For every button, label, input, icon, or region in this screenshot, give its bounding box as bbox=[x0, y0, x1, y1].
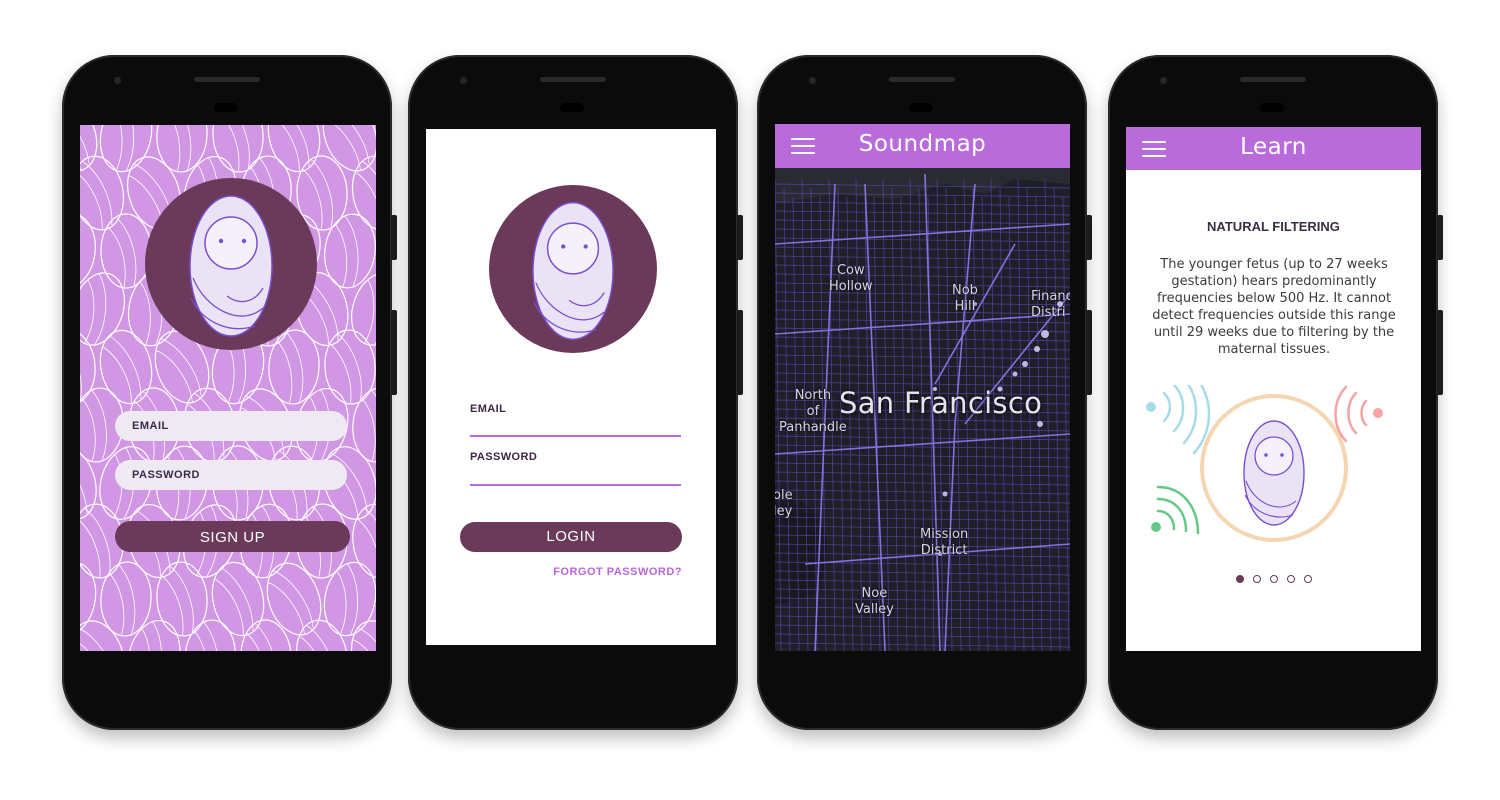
phone-frame-signup: EMAIL PASSWORD SIGN UP bbox=[62, 55, 397, 730]
learn-screen: Learn NATURAL FILTERING The younger fetu… bbox=[1126, 127, 1421, 651]
email-field[interactable]: EMAIL bbox=[115, 411, 347, 441]
password-input[interactable] bbox=[470, 484, 681, 486]
proximity-sensor bbox=[909, 103, 933, 112]
baby-logo bbox=[489, 185, 657, 353]
map-label-mission-district: Mission District bbox=[920, 527, 969, 558]
sound-filtering-illustration bbox=[1146, 385, 1383, 542]
proximity-sensor bbox=[1260, 103, 1284, 112]
email-input[interactable] bbox=[470, 435, 681, 437]
signup-button[interactable]: SIGN UP bbox=[115, 521, 350, 552]
proximity-sensor bbox=[214, 103, 238, 112]
login-button[interactable]: LOGIN bbox=[460, 522, 682, 552]
front-camera bbox=[1160, 77, 1167, 84]
pager-dot-5[interactable] bbox=[1303, 575, 1312, 583]
app-bar: Soundmap bbox=[775, 124, 1070, 168]
signup-screen: EMAIL PASSWORD SIGN UP bbox=[80, 125, 376, 651]
app-bar: Learn bbox=[1126, 127, 1421, 170]
map-label-nob-hill: Nob Hill bbox=[952, 283, 978, 314]
earpiece-speaker bbox=[540, 77, 606, 82]
phone-frame-learn: Learn NATURAL FILTERING The younger fetu… bbox=[1108, 55, 1443, 730]
card-heading: NATURAL FILTERING bbox=[1207, 219, 1340, 234]
pager-dot-3[interactable] bbox=[1269, 575, 1278, 583]
earpiece-speaker bbox=[889, 77, 955, 82]
map-label-city: San Francisco bbox=[839, 386, 1043, 420]
map-label-north-of-panhandle: North of Panhandle bbox=[779, 388, 847, 435]
soundmap-screen: Soundmap Cow Hollow Nob Hill Financ Dist… bbox=[775, 124, 1070, 651]
front-camera bbox=[460, 77, 467, 84]
front-camera bbox=[809, 77, 816, 84]
pager-dot-4[interactable] bbox=[1286, 575, 1295, 583]
sound-wave-green-icon bbox=[1151, 485, 1200, 535]
pager-dot-1[interactable] bbox=[1235, 575, 1244, 583]
phone-frame-login: EMAIL PASSWORD LOGIN FORGOT PASSWORD? bbox=[408, 55, 743, 730]
proximity-sensor bbox=[560, 103, 584, 112]
earpiece-speaker bbox=[1240, 77, 1306, 82]
screen-title: Soundmap bbox=[858, 131, 987, 157]
login-screen: EMAIL PASSWORD LOGIN FORGOT PASSWORD? bbox=[426, 129, 716, 645]
sound-wave-red-icon bbox=[1334, 385, 1383, 443]
sound-wave-blue-icon bbox=[1146, 385, 1211, 455]
forgot-password-link[interactable]: FORGOT PASSWORD? bbox=[553, 566, 682, 578]
front-camera bbox=[114, 77, 121, 84]
baby-icon bbox=[1243, 420, 1305, 526]
email-label: EMAIL bbox=[470, 403, 507, 415]
baby-logo bbox=[145, 178, 317, 350]
password-field[interactable]: PASSWORD bbox=[115, 460, 347, 490]
map-label-cow-hollow: Cow Hollow bbox=[829, 263, 873, 294]
screen-title: Learn bbox=[1240, 134, 1307, 160]
map-label-noe-valley: Noe Valley bbox=[855, 586, 894, 617]
pager-dots[interactable] bbox=[1126, 570, 1421, 588]
earpiece-speaker bbox=[194, 77, 260, 82]
pager-dot-2[interactable] bbox=[1252, 575, 1261, 583]
map-label-cole-valley: ole ley bbox=[775, 488, 793, 519]
card-body-text: The younger fetus (up to 27 weeks gestat… bbox=[1152, 257, 1396, 357]
phone-frame-soundmap: Soundmap Cow Hollow Nob Hill Financ Dist… bbox=[757, 55, 1092, 730]
password-label: PASSWORD bbox=[470, 451, 538, 463]
map-label-financial-district: Financ Distri bbox=[1031, 289, 1070, 320]
